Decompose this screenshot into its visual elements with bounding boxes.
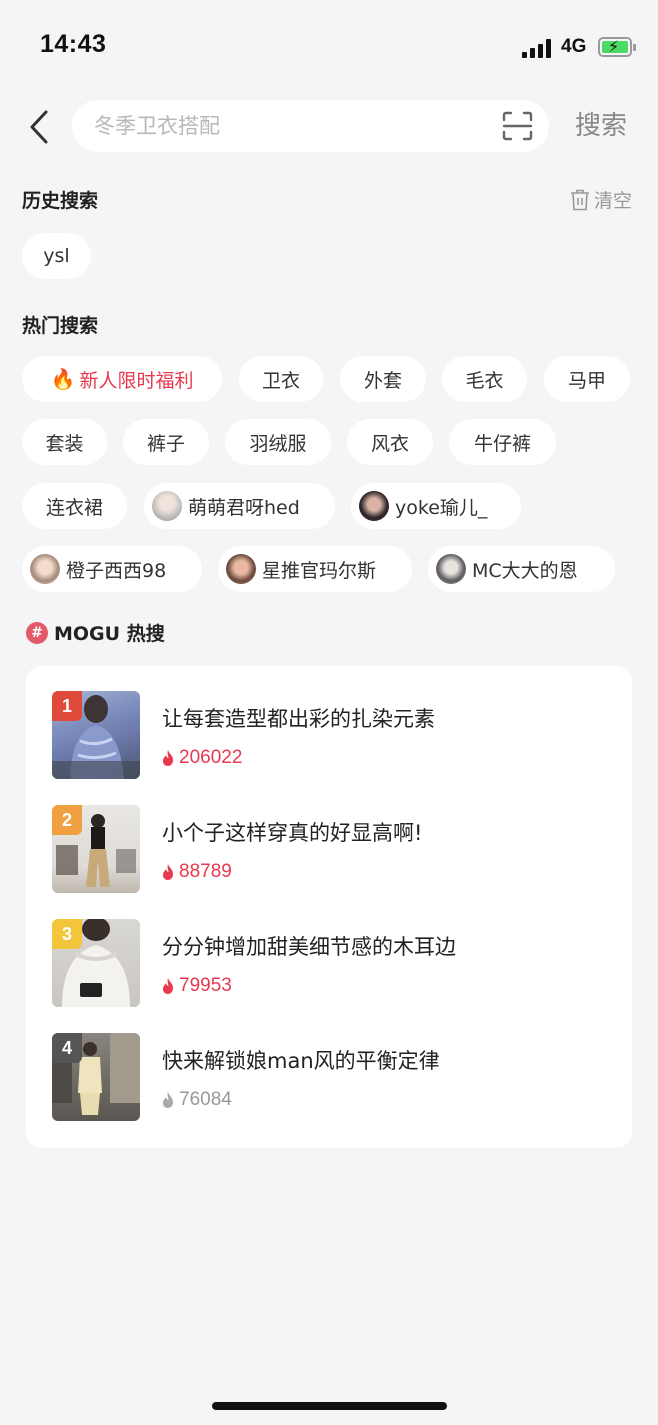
hot-chip[interactable]: 卫衣 (239, 356, 323, 402)
flame-icon (163, 864, 173, 880)
hot-chip[interactable]: 风衣 (347, 419, 433, 465)
avatar (152, 491, 182, 521)
fire-icon: 🔥 (50, 367, 76, 391)
status-time: 14:43 (40, 30, 107, 58)
trash-icon (570, 189, 589, 210)
hot-item-title: 快来解锁娘man风的平衡定律 (162, 1049, 440, 1073)
flame-icon (163, 1092, 173, 1108)
back-button[interactable] (24, 108, 56, 146)
user-chip[interactable]: 橙子西西98 (22, 546, 202, 592)
hot-item-count: 206022 (160, 747, 242, 769)
user-chip-label: 萌萌君呀hed (188, 496, 300, 519)
rank-badge: 4 (52, 1033, 82, 1063)
avatar (30, 554, 60, 584)
hot-list-item[interactable]: 1 让每套造型都出彩的扎染元素 206022 (52, 691, 612, 781)
signal-icon (522, 38, 552, 58)
hot-list-item[interactable]: 2 小个子这样穿真的好显高啊! 88789 (52, 805, 612, 895)
promo-chip[interactable]: 🔥 新人限时福利 (22, 356, 222, 402)
search-input[interactable] (94, 100, 494, 152)
hash-icon: # (26, 621, 48, 644)
hot-chip[interactable]: 牛仔裤 (449, 419, 556, 465)
user-chip[interactable]: 星推官玛尔斯 (218, 546, 412, 592)
hot-item-count: 76084 (160, 1089, 232, 1111)
network-type: 4G (561, 36, 587, 57)
user-chip-label: 橙子西西98 (66, 559, 167, 582)
user-chip-label: MC大大的恩 (472, 559, 578, 582)
scan-icon[interactable] (502, 111, 533, 141)
clear-label: 清空 (593, 190, 632, 212)
mogu-hot-list: 1 让每套造型都出彩的扎染元素 206022 2 小个子这样穿真的好显高啊! 8… (26, 666, 632, 1148)
hot-chip[interactable]: 套装 (22, 419, 107, 465)
hot-item-title: 小个子这样穿真的好显高啊! (162, 821, 423, 845)
user-chip[interactable]: MC大大的恩 (428, 546, 615, 592)
hot-chip[interactable]: 连衣裙 (22, 483, 127, 529)
home-indicator[interactable] (212, 1402, 447, 1410)
mogu-title-text: MOGU 热搜 (54, 623, 165, 645)
flame-icon (163, 750, 173, 766)
clear-history-button[interactable]: 清空 (570, 186, 632, 213)
rank-badge: 2 (52, 805, 82, 835)
battery-icon: ⚡ (598, 37, 636, 57)
history-chip[interactable]: ysl (22, 233, 91, 279)
hot-item-count: 88789 (160, 861, 232, 883)
mogu-hot-title: # MOGU 热搜 (26, 619, 165, 646)
flame-icon (163, 978, 173, 994)
user-chip[interactable]: 萌萌君呀hed (144, 483, 335, 529)
hot-search-title: 热门搜索 (22, 315, 99, 337)
hot-chip[interactable]: 羽绒服 (225, 419, 331, 465)
hot-item-count: 79953 (160, 975, 232, 997)
history-title: 历史搜索 (22, 190, 99, 212)
search-box[interactable] (72, 100, 549, 152)
user-chip[interactable]: yoke瑜儿_ (351, 483, 521, 529)
hot-chip[interactable]: 马甲 (544, 356, 630, 402)
hot-chip[interactable]: 外套 (340, 356, 426, 402)
hot-item-title: 分分钟增加甜美细节感的木耳边 (162, 935, 456, 959)
hot-chip[interactable]: 裤子 (123, 419, 209, 465)
chevron-left-icon (30, 110, 48, 144)
avatar (436, 554, 466, 584)
search-button[interactable]: 搜索 (575, 106, 627, 146)
rank-badge: 1 (52, 691, 82, 721)
promo-label: 新人限时福利 (79, 369, 194, 392)
user-chip-label: yoke瑜儿_ (395, 496, 488, 519)
avatar (359, 491, 389, 521)
avatar (226, 554, 256, 584)
hot-list-item[interactable]: 3 分分钟增加甜美细节感的木耳边 79953 (52, 919, 612, 1009)
hot-chip[interactable]: 毛衣 (442, 356, 527, 402)
hot-list-item[interactable]: 4 快来解锁娘man风的平衡定律 76084 (52, 1033, 612, 1123)
status-bar: 14:43 4G ⚡ (0, 0, 658, 90)
rank-badge: 3 (52, 919, 82, 949)
user-chip-label: 星推官玛尔斯 (262, 559, 377, 582)
hot-item-title: 让每套造型都出彩的扎染元素 (162, 707, 435, 731)
